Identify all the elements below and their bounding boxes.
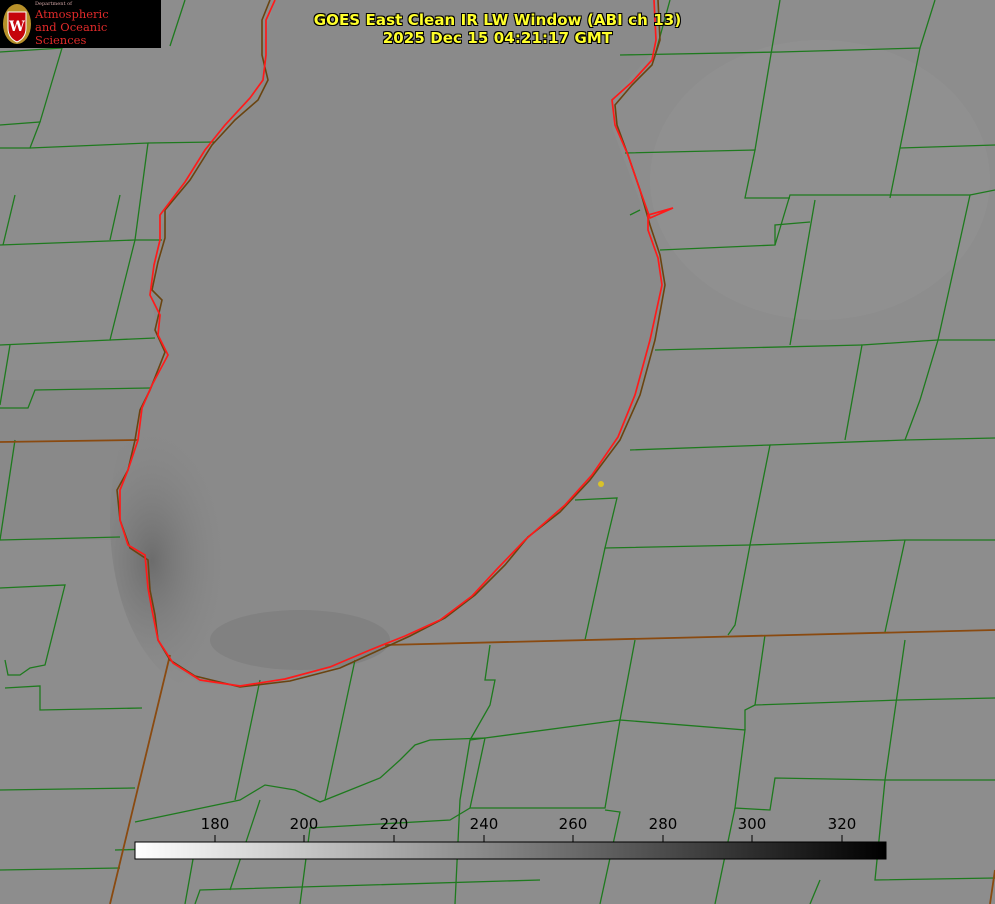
- colorbar-tick-label: 200: [289, 815, 319, 833]
- logo-line-2: and Oceanic Sciences: [35, 19, 108, 47]
- image-title: GOES East Clean IR LW Window (ABI ch 13)…: [250, 11, 745, 47]
- uw-crest-icon: W: [3, 4, 31, 44]
- colorbar-ramp: [134, 841, 887, 860]
- colorbar-tick-label: 280: [648, 815, 678, 833]
- logo-line-1: Atmospheric: [35, 6, 109, 21]
- satellite-map: [0, 0, 995, 904]
- title-product: GOES East Clean IR LW Window (ABI ch 13): [313, 11, 682, 29]
- uw-aos-logo[interactable]: W Department of Atmospheric and Oceanic …: [0, 0, 161, 48]
- colorbar-tick-label: 300: [737, 815, 767, 833]
- logo-text: Department of Atmospheric and Oceanic Sc…: [35, 0, 161, 47]
- colorbar-tick-label: 260: [558, 815, 588, 833]
- title-timestamp: 2025 Dec 15 04:21:17 GMT: [382, 29, 613, 47]
- colorbar-tick-label: 180: [200, 815, 230, 833]
- location-marker-dot: [598, 481, 604, 487]
- crest-letter: W: [8, 19, 25, 35]
- colorbar-tick-label: 220: [379, 815, 409, 833]
- colorbar-tick-label: 240: [469, 815, 499, 833]
- logo-department: Department of: [35, 0, 72, 7]
- colorbar-tick-label: 320: [827, 815, 857, 833]
